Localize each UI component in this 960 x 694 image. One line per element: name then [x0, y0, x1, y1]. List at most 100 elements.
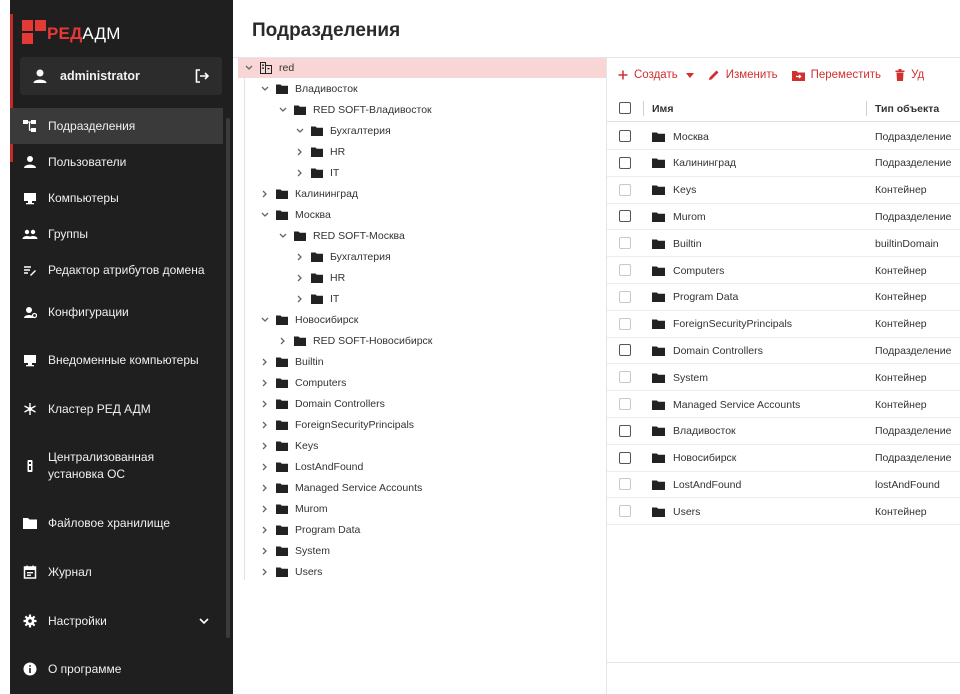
chevron-right-icon[interactable] — [259, 421, 271, 429]
table-row[interactable]: Новосибирск Подразделение — [607, 445, 960, 472]
sidebar-item-groups[interactable]: Группы — [10, 216, 223, 252]
select-all-checkbox[interactable] — [619, 102, 631, 114]
logout-icon[interactable] — [194, 68, 210, 84]
table-row[interactable]: ForeignSecurityPrincipals Контейнер — [607, 311, 960, 338]
tree-node[interactable]: System — [259, 541, 330, 561]
chevron-down-icon[interactable] — [277, 232, 289, 240]
chevron-right-icon[interactable] — [259, 379, 271, 387]
table-row[interactable]: Murom Подразделение — [607, 203, 960, 231]
tree-node[interactable]: Domain Controllers — [259, 394, 385, 414]
tree-node[interactable]: RED SOFT-Новосибирск — [277, 331, 432, 351]
chevron-right-icon[interactable] — [294, 148, 306, 156]
sidebar-item-nondomain-computers[interactable]: Внедоменные компьютеры — [10, 336, 223, 384]
chevron-right-icon[interactable] — [277, 337, 289, 345]
sidebar-item-configurations[interactable]: Конфигурации — [10, 288, 223, 336]
tree-node[interactable]: Program Data — [259, 520, 360, 540]
tree-node[interactable]: HR — [294, 268, 345, 288]
tree-node[interactable]: RED SOFT-Москва — [277, 226, 405, 246]
tree-node[interactable]: Builtin — [259, 352, 324, 372]
tree-node[interactable]: HR — [294, 142, 345, 162]
table-row[interactable]: LostAndFound lostAndFound — [607, 471, 960, 499]
tree-node[interactable]: IT — [294, 289, 339, 309]
tree-node[interactable]: Калининград — [259, 184, 358, 204]
tree-node[interactable]: Keys — [259, 436, 318, 456]
chevron-right-icon[interactable] — [259, 358, 271, 366]
column-header-name[interactable]: Имя — [652, 95, 673, 122]
sidebar-scrollbar[interactable] — [226, 118, 230, 638]
chevron-right-icon[interactable] — [259, 505, 271, 513]
row-checkbox[interactable] — [619, 237, 631, 250]
table-row[interactable]: Program Data Контейнер — [607, 284, 960, 311]
table-row[interactable]: Users Контейнер — [607, 498, 960, 526]
tree-node[interactable]: Бухгалтерия — [294, 247, 391, 267]
row-checkbox[interactable] — [619, 130, 631, 142]
tree-node[interactable]: Владивосток — [259, 79, 358, 99]
tree-node[interactable]: Users — [259, 562, 322, 582]
chevron-right-icon[interactable] — [259, 190, 271, 198]
row-checkbox[interactable] — [619, 371, 631, 384]
table-row[interactable]: Managed Service Accounts Контейнер — [607, 391, 960, 418]
sidebar-item-os-install[interactable]: Централизованная установка ОС — [10, 434, 223, 498]
chevron-right-icon[interactable] — [259, 400, 271, 408]
chevron-down-icon[interactable] — [259, 211, 271, 219]
chevron-down-icon[interactable] — [259, 316, 271, 324]
delete-button[interactable]: Уд — [895, 69, 924, 81]
sidebar-item-settings[interactable]: Настройки — [10, 596, 223, 646]
tree-node[interactable]: Бухгалтерия — [294, 121, 391, 141]
table-row[interactable]: Калининград Подразделение — [607, 150, 960, 177]
row-checkbox[interactable] — [619, 424, 631, 437]
column-header-type[interactable]: Тип объекта — [875, 95, 939, 122]
tree-node[interactable]: red — [238, 58, 606, 78]
move-button[interactable]: Переместить — [791, 69, 881, 81]
chevron-down-icon[interactable] — [243, 64, 255, 72]
row-checkbox[interactable] — [619, 317, 631, 330]
chevron-right-icon[interactable] — [259, 484, 271, 492]
chevron-right-icon[interactable] — [259, 547, 271, 555]
row-checkbox[interactable] — [619, 210, 631, 223]
row-checkbox[interactable] — [619, 398, 631, 410]
row-checkbox[interactable] — [619, 505, 631, 518]
table-row[interactable]: System Контейнер — [607, 364, 960, 392]
row-checkbox[interactable] — [619, 344, 631, 357]
row-checkbox[interactable] — [619, 478, 631, 491]
chevron-right-icon[interactable] — [294, 169, 306, 177]
tree-node[interactable]: Managed Service Accounts — [259, 478, 422, 498]
tree-node[interactable]: Computers — [259, 373, 346, 393]
table-row[interactable]: Computers Контейнер — [607, 257, 960, 284]
sidebar-item-attribute-editor[interactable]: Редактор атрибутов домена — [10, 252, 223, 288]
tree-node[interactable]: LostAndFound — [259, 457, 363, 477]
sidebar-item-about[interactable]: О программе — [10, 646, 223, 692]
chevron-right-icon[interactable] — [259, 463, 271, 471]
row-checkbox[interactable] — [619, 183, 631, 196]
chevron-right-icon[interactable] — [294, 274, 306, 282]
row-checkbox[interactable] — [619, 290, 631, 303]
tree-node[interactable]: ForeignSecurityPrincipals — [259, 415, 414, 435]
chevron-down-icon[interactable] — [259, 85, 271, 93]
table-row[interactable]: Domain Controllers Подразделение — [607, 337, 960, 365]
sidebar-item-journal[interactable]: Журнал — [10, 548, 223, 596]
chevron-right-icon[interactable] — [259, 442, 271, 450]
sidebar-item-users[interactable]: Пользователи — [10, 144, 223, 180]
row-checkbox[interactable] — [619, 451, 631, 464]
sidebar-item-computers[interactable]: Компьютеры — [10, 180, 223, 216]
sidebar-item-cluster[interactable]: Кластер РЕД АДМ — [10, 384, 223, 434]
create-button[interactable]: Создать — [618, 69, 694, 81]
tree-node[interactable]: IT — [294, 163, 339, 183]
chevron-right-icon[interactable] — [259, 526, 271, 534]
row-checkbox[interactable] — [619, 264, 631, 276]
sidebar-item-divisions[interactable]: Подразделения — [10, 108, 223, 144]
tree-node[interactable]: Murom — [259, 499, 328, 519]
tree-node[interactable]: RED SOFT-Владивосток — [277, 100, 432, 120]
table-row[interactable]: Keys Контейнер — [607, 177, 960, 204]
tree-node[interactable]: Новосибирск — [259, 310, 358, 330]
chevron-down-icon[interactable] — [294, 127, 306, 135]
table-row[interactable]: Москва Подразделение — [607, 123, 960, 150]
row-checkbox[interactable] — [619, 156, 631, 169]
table-row[interactable]: Владивосток Подразделение — [607, 418, 960, 445]
tree-node[interactable]: Москва — [259, 205, 331, 225]
sidebar-item-file-storage[interactable]: Файловое хранилище — [10, 498, 223, 548]
table-row[interactable]: Builtin builtinDomain — [607, 230, 960, 258]
chevron-right-icon[interactable] — [259, 568, 271, 576]
chevron-down-icon[interactable] — [277, 106, 289, 114]
chevron-right-icon[interactable] — [294, 253, 306, 261]
